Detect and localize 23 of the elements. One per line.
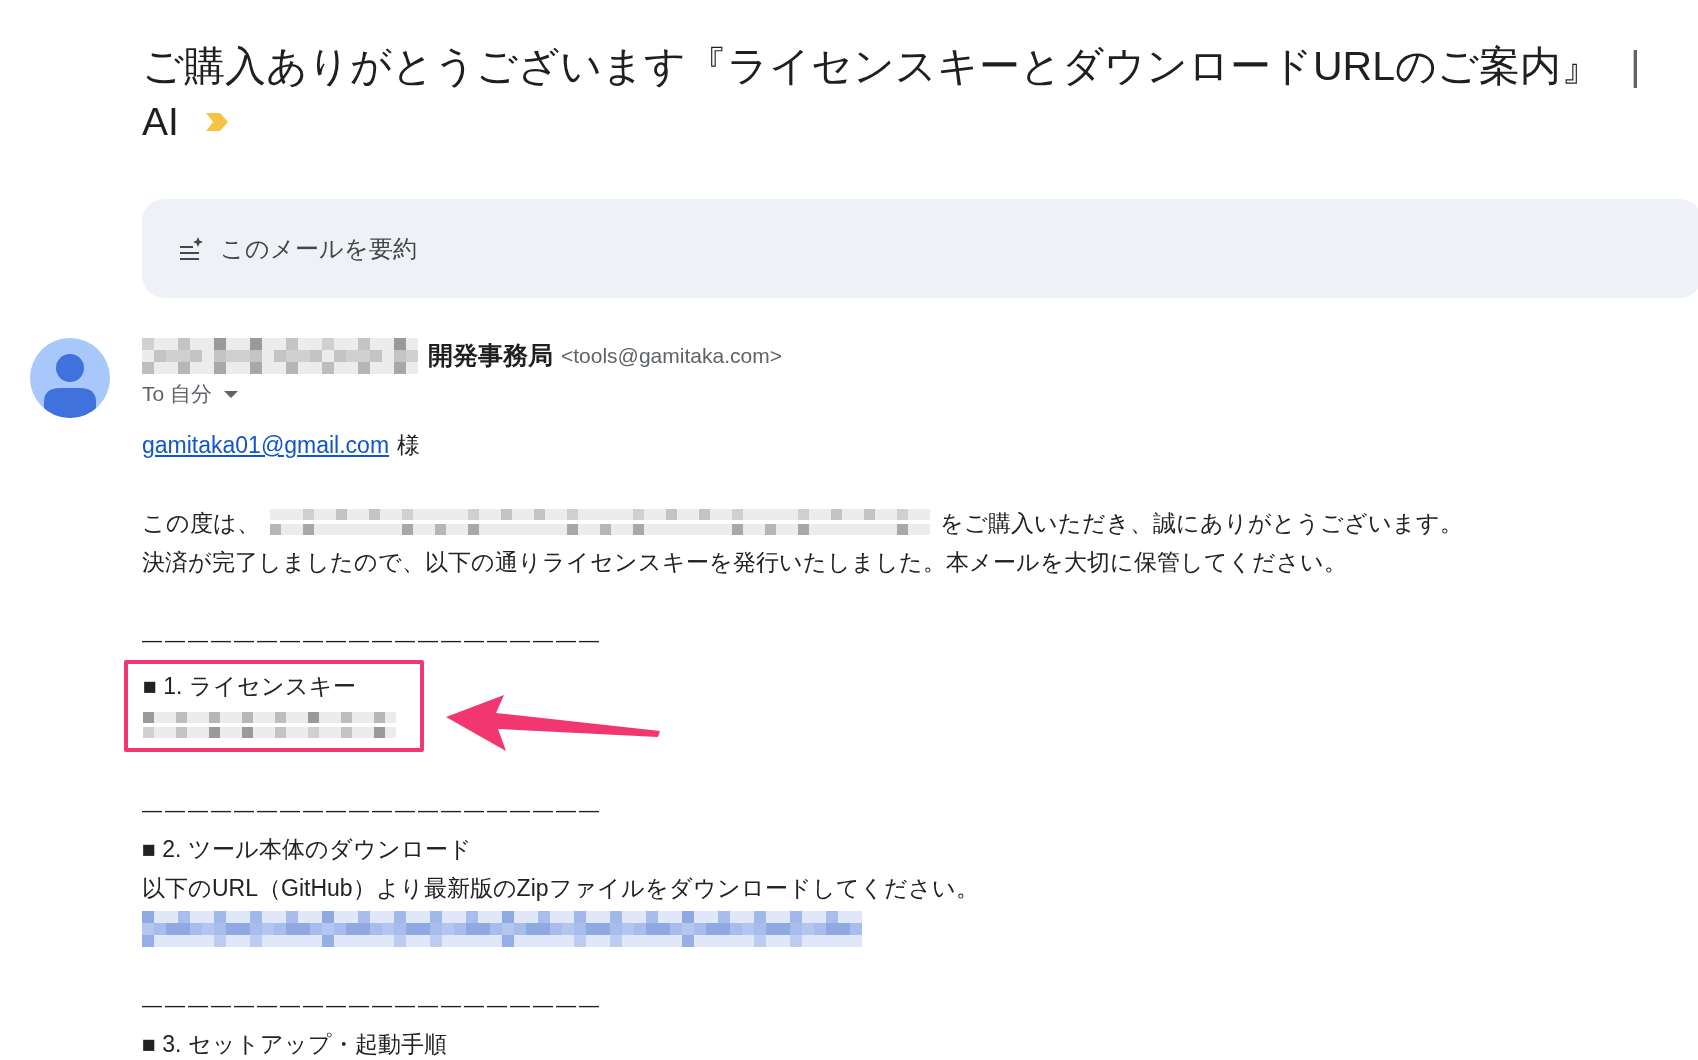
section-heading: ■ 2. ツール本体のダウンロード xyxy=(142,835,473,864)
summarize-button[interactable]: このメールを要約 xyxy=(142,199,1698,298)
importance-marker-icon[interactable] xyxy=(204,112,229,132)
body-text: 以下のURL（GitHub）より最新版のZipファイルをダウンロードしてください。 xyxy=(142,874,980,903)
body-text: をご購入いただき、誠にありがとうございます。 xyxy=(940,509,1463,538)
separator-text: | xyxy=(1630,42,1641,91)
divider-text: ———————————————————— xyxy=(142,993,603,1018)
salutation-text: 様 xyxy=(397,431,421,460)
email-subject: AI xyxy=(142,99,179,145)
section-heading: ■ 3. セットアップ・起動手順 xyxy=(142,1030,448,1059)
body-text: 決済が完了しましたので、以下の通りライセンスキーを発行いたしました。本メールを大切に保管してください。 xyxy=(142,548,1348,577)
divider-text: ———————————————————— xyxy=(142,628,603,653)
summarize-icon xyxy=(178,235,204,262)
email-subject: ご購入ありがとうございます『ライセンスキーとダウンロードURLのご案内』 xyxy=(142,42,1603,91)
sender-email: <tools@gamitaka.com> xyxy=(561,343,782,370)
sender-name: 開発事務局 xyxy=(428,340,553,372)
redacted-link[interactable] xyxy=(142,910,862,947)
section-heading: ■ 1. ライセンスキー xyxy=(143,672,357,701)
email-link[interactable]: gamitaka01@gmail.com xyxy=(142,426,390,465)
divider-text: ———————————————————— xyxy=(142,798,603,823)
caret-icon xyxy=(224,390,238,398)
body-text: この度は、 xyxy=(142,509,260,538)
recipient-dropdown[interactable]: To 自分 xyxy=(142,378,238,410)
